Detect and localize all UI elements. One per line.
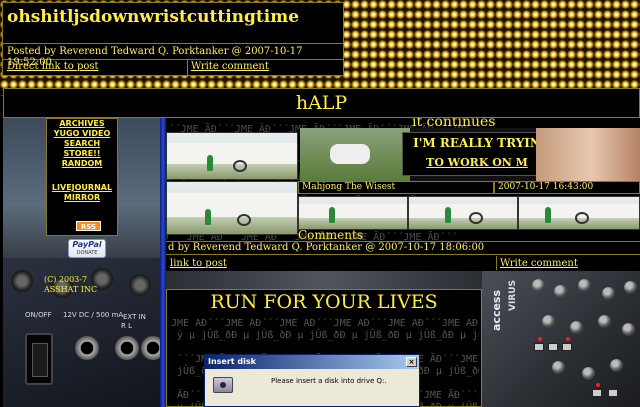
copyright-text: (C) 2003-7 ASSHAT INC <box>44 275 98 294</box>
horse-shape <box>330 144 370 164</box>
ext-in-label: EXT IN <box>123 313 146 321</box>
direct-link[interactable]: Direct link to post <box>7 61 99 72</box>
nav-livejournal[interactable]: LIVEJOURNAL <box>47 183 117 193</box>
comic-panel <box>408 196 518 230</box>
link-divider <box>496 256 497 270</box>
synth-led <box>596 383 600 387</box>
synth-knob <box>598 315 611 328</box>
synth-knob <box>624 281 637 294</box>
synth-knob <box>570 321 583 334</box>
synth-knob <box>610 359 623 372</box>
panel-wall <box>299 204 407 219</box>
panel-wall <box>409 204 517 219</box>
nav-mirror[interactable]: MIRROR <box>47 193 117 203</box>
donate-label: DONATE <box>76 250 98 256</box>
comic-panel <box>166 181 298 235</box>
comments-heading: Comments <box>298 228 363 242</box>
input-jack <box>115 336 139 360</box>
synth-button <box>534 343 544 351</box>
knob <box>11 270 33 292</box>
promo-sign: I'M REALLY TRYIN TO WORK ON M <box>402 132 552 176</box>
comic-panel <box>518 196 640 230</box>
panel-wall <box>167 193 297 217</box>
synth-model: VIRUS <box>508 279 518 311</box>
post-links-row: Direct link to post Write comment <box>3 59 343 76</box>
green-figure <box>205 208 211 225</box>
bicycle <box>469 211 483 224</box>
write-comment-link[interactable]: Write comment <box>500 258 578 269</box>
knob <box>129 274 151 296</box>
hand-photo <box>536 128 640 182</box>
nav-search[interactable]: SEARCH <box>47 139 117 149</box>
synth-button <box>608 389 618 397</box>
sign-line2: TO WORK ON M <box>426 156 528 169</box>
dialog-title-bar[interactable]: Insert disk <box>205 355 419 369</box>
panel-wall <box>167 143 297 164</box>
synth-knob <box>578 279 591 292</box>
synth-knob <box>582 367 595 380</box>
post-meta: Posted by Reverend Tedward Q. Porktanker… <box>3 43 343 68</box>
nav-yugo-video[interactable]: YUGO VIDEO <box>47 129 117 139</box>
post-date-cell: 2007-10-17 16:43:00 <box>494 181 640 194</box>
link-divider <box>187 59 188 75</box>
bicycle <box>233 159 247 172</box>
input-jack <box>141 336 160 360</box>
synth-strip-photo <box>166 271 482 289</box>
green-figure <box>207 154 213 171</box>
promo-image[interactable]: I'M REALLY TRYIN TO WORK ON M <box>300 128 640 182</box>
synth-knob <box>602 287 615 300</box>
synth-button <box>592 389 602 397</box>
synth-knob <box>542 315 555 328</box>
close-icon[interactable]: × <box>406 357 417 367</box>
bicycle <box>575 211 589 224</box>
synth-brand: access <box>490 289 503 331</box>
synth-led <box>538 337 542 341</box>
bicycle <box>237 213 251 226</box>
synth-led <box>566 337 570 341</box>
green-figure <box>545 207 551 224</box>
comic-panel <box>298 196 408 230</box>
halp-title: hALP <box>295 92 348 114</box>
synth-button <box>562 343 572 351</box>
nav-store[interactable]: STORE!! <box>47 149 117 159</box>
post-title[interactable]: ohshitljsdownwristcuttingtime <box>7 7 299 27</box>
synth-knob <box>552 361 565 374</box>
comic-panel <box>166 132 298 180</box>
paypal-donate-button[interactable]: PayPal DONATE <box>68 239 106 258</box>
synth-button <box>548 343 558 351</box>
it-continues-heading: it continues <box>412 118 496 128</box>
power-switch <box>25 333 53 385</box>
rss-button[interactable]: RSS <box>76 221 101 231</box>
post-title-cell[interactable]: Mahjong The Wisest <box>298 181 494 194</box>
power-label: 12V DC / 500 mA <box>63 311 124 319</box>
post-meta: d by Reverend Tedward Q. Porktanker @ 20… <box>166 241 640 255</box>
lr-label: R L <box>121 322 132 330</box>
post-title[interactable]: RUN FOR YOUR LIVES <box>167 290 481 314</box>
synth-knob <box>554 285 567 298</box>
direct-link[interactable]: link to post <box>170 258 227 269</box>
nav-random[interactable]: RANDOM <box>47 159 117 169</box>
synth-knob <box>622 323 635 336</box>
disk-drive-icon <box>213 377 233 393</box>
dialog-title: Insert disk <box>208 357 256 366</box>
sidebar-nav: ARCHIVES YUGO VIDEO SEARCH STORE!! RANDO… <box>46 118 118 236</box>
green-figure <box>329 207 335 224</box>
sign-line1: I'M REALLY TRYIN <box>413 136 541 150</box>
power-jack <box>75 336 99 360</box>
insert-disk-dialog: Insert disk × Please insert a disk into … <box>204 354 420 407</box>
paypal-logo: PayPal <box>72 240 102 249</box>
post-links-row: link to post Write comment <box>166 256 640 271</box>
on-off-label: ON/OFF <box>25 311 52 319</box>
dialog-message: Please insert a disk into drive Q:. <box>271 377 387 385</box>
synth-photo: access VIRUS <box>482 271 640 407</box>
halp-title-bar: hALP <box>3 88 640 118</box>
synth-knob <box>532 279 545 292</box>
green-figure <box>445 207 451 224</box>
post-header-box: ohshitljsdownwristcuttingtime Posted by … <box>2 2 344 76</box>
nav-archives[interactable]: ARCHIVES <box>47 119 117 129</box>
write-comment-link[interactable]: Write comment <box>191 61 269 72</box>
